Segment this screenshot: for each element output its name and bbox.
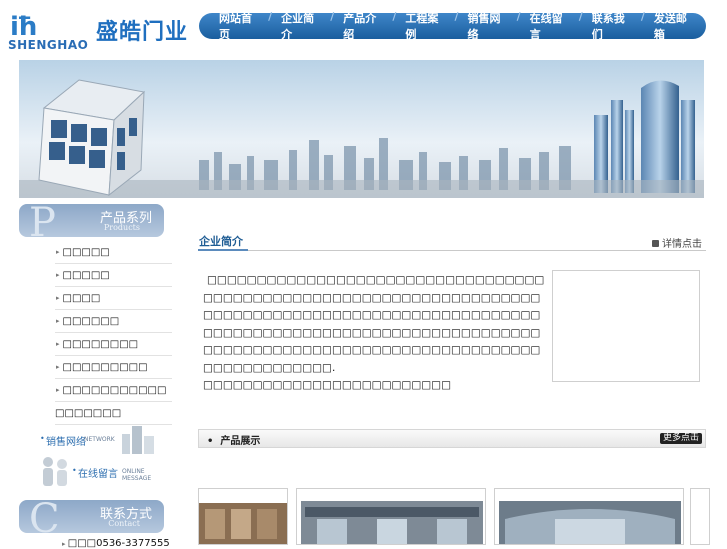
contact-phone-text: □□□0536-3377555 — [67, 538, 170, 549]
logo-english-name: SHENGHAO — [8, 38, 89, 52]
intro-paragraph: □□□□□□□□□□□□□□□□□□□□□□□□□□□□□□□□□□□□□□□□… — [203, 274, 545, 374]
banner-illustration — [19, 60, 704, 198]
sales-network-button[interactable]: • 销售网络 NETWORK — [36, 424, 164, 458]
product-photo — [499, 501, 681, 544]
intro-more-link[interactable]: 详情点击 — [652, 235, 702, 250]
products-section-title-text: 产品展示 — [220, 436, 261, 447]
bullet-icon: • — [40, 434, 45, 443]
products-section-title: • 产品展示 — [207, 432, 260, 447]
contact-header-letter: C — [29, 496, 60, 542]
sales-network-label: 销售网络 — [46, 437, 86, 448]
product-thumbnail[interactable] — [198, 488, 288, 545]
intro-body: □□□□□□□□□□□□□□□□□□□□□□□□□□□□□□□□□□□□□□□□… — [203, 272, 548, 395]
sales-network-sublabel: NETWORK — [84, 436, 115, 443]
nav-products[interactable]: 产品介绍 — [330, 10, 395, 42]
contact-header-subtitle: Contact — [108, 519, 140, 528]
product-photo — [301, 501, 483, 544]
online-message-sublabel: ONLINE MESSAGE — [122, 468, 152, 482]
product-thumbnail[interactable] — [296, 488, 486, 545]
product-category-item[interactable]: ▸ □□□□□ — [55, 264, 172, 287]
product-category-item[interactable]: ▸ □□□□□ — [55, 241, 172, 264]
bullet-icon: ▸ — [56, 386, 60, 394]
product-category-label: □□□□ — [62, 292, 101, 304]
product-category-item[interactable]: ▸ □□□□□□ — [55, 310, 172, 333]
product-category-item[interactable]: ▸ □□□□ — [55, 287, 172, 310]
arrow-square-icon — [652, 240, 659, 247]
nav-about[interactable]: 企业简介 — [268, 10, 333, 42]
product-category-item[interactable]: ▸ □□□□□□□□□□□ — [55, 379, 172, 402]
site-logo[interactable]: iħ 盛皓门业 SHENGHAO — [6, 10, 196, 54]
intro-paragraph-2: □□□□□□□□□□□□□□□□□□□□□□□□□ — [203, 379, 452, 391]
product-category-label: □□□□□ — [62, 269, 110, 281]
products-header-letter: P — [29, 200, 56, 246]
product-category-item[interactable]: ▸ □□□□□□□□ — [55, 333, 172, 356]
online-message-label: 在线留言 — [78, 469, 118, 480]
banner-image — [19, 60, 704, 198]
product-category-label: □□□□□□□□ — [62, 338, 139, 350]
product-category-item[interactable]: ▸ □□□□□□□□□ — [55, 356, 172, 379]
title-underline — [198, 249, 248, 251]
bullet-icon: ▸ — [56, 271, 60, 279]
product-category-label: □□□□□□ — [62, 315, 120, 327]
product-category-item[interactable]: □□□□□□□ — [55, 402, 172, 425]
bullet-icon: • — [207, 436, 214, 447]
people-icon — [43, 457, 67, 486]
intro-more-label: 详情点击 — [662, 239, 702, 250]
nav-home[interactable]: 网站首页 — [209, 10, 271, 42]
bullet-icon: ▸ — [56, 248, 60, 256]
product-thumbnail[interactable] — [494, 488, 684, 545]
products-header: P 产品系列 Products — [19, 200, 164, 246]
nav-sales-network[interactable]: 销售网络 — [454, 10, 520, 42]
intro-title: 企业简介 — [199, 235, 243, 248]
products-section-header: • 产品展示 更多点击 — [198, 429, 706, 448]
buildings-icon — [122, 426, 154, 454]
nav-cases[interactable]: 工程案例 — [392, 10, 457, 42]
bullet-icon: ▸ — [56, 340, 60, 348]
online-message-button[interactable]: • 在线留言 ONLINE MESSAGE — [36, 455, 164, 491]
logo-chinese-name: 盛皓门业 — [96, 20, 189, 45]
nav-contact[interactable]: 联系我们 — [579, 10, 644, 42]
contact-header: C 联系方式 Contact — [19, 496, 164, 542]
products-header-subtitle: Products — [103, 223, 140, 232]
contact-phone: ▸ □□□0536-3377555 — [62, 538, 170, 549]
product-category-label: □□□□□□□□□ — [62, 361, 148, 373]
product-photo — [199, 503, 287, 544]
bullet-icon: ▸ — [56, 294, 60, 302]
product-category-list: ▸ □□□□□ ▸ □□□□□ ▸ □□□□ ▸ □□□□□□ ▸ □□□□□□□□ ▸ □… — [55, 241, 172, 425]
bullet-icon: • — [72, 466, 77, 475]
product-category-label: □□□□□ — [62, 246, 110, 258]
intro-image — [552, 270, 700, 382]
product-category-label: □□□□□□□□□□□ — [62, 384, 167, 396]
product-thumbnail[interactable] — [690, 488, 710, 545]
product-category-label: □□□□□□□ — [55, 407, 122, 419]
bullet-icon: ▸ — [56, 317, 60, 325]
products-more-button[interactable]: 更多点击 — [659, 433, 702, 444]
nav-message[interactable]: 在线留言 — [517, 10, 582, 42]
main-nav: 网站首页 企业简介 产品介绍 工程案例 销售网络 在线留言 联系我们 发送邮箱 — [199, 10, 706, 42]
nav-email[interactable]: 发送邮箱 — [641, 10, 706, 42]
bullet-icon: ▸ — [56, 363, 60, 371]
intro-section-header: 企业简介 详情点击 — [198, 230, 706, 251]
